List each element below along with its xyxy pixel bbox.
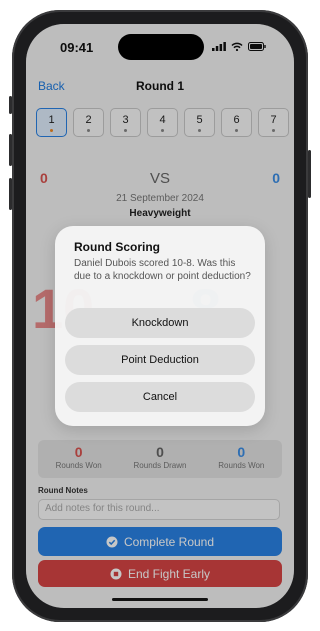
volume-up-button xyxy=(9,134,12,166)
action-button xyxy=(9,96,12,114)
cancel-button[interactable]: Cancel xyxy=(65,382,255,412)
home-indicator[interactable] xyxy=(112,598,208,601)
volume-down-button xyxy=(9,178,12,210)
dialog-message: Daniel Dubois scored 10-8. Was this due … xyxy=(74,258,251,282)
dialog-title: Round Scoring xyxy=(74,240,160,254)
power-button xyxy=(308,150,311,198)
knockdown-button[interactable]: Knockdown xyxy=(65,308,255,338)
point-deduction-button[interactable]: Point Deduction xyxy=(65,345,255,375)
screen: 09:41 Back Round 1 1 2 3 4 5 6 7 8 0 VS … xyxy=(26,24,294,608)
round-scoring-dialog: Round Scoring Daniel Dubois scored 10-8.… xyxy=(55,226,265,426)
